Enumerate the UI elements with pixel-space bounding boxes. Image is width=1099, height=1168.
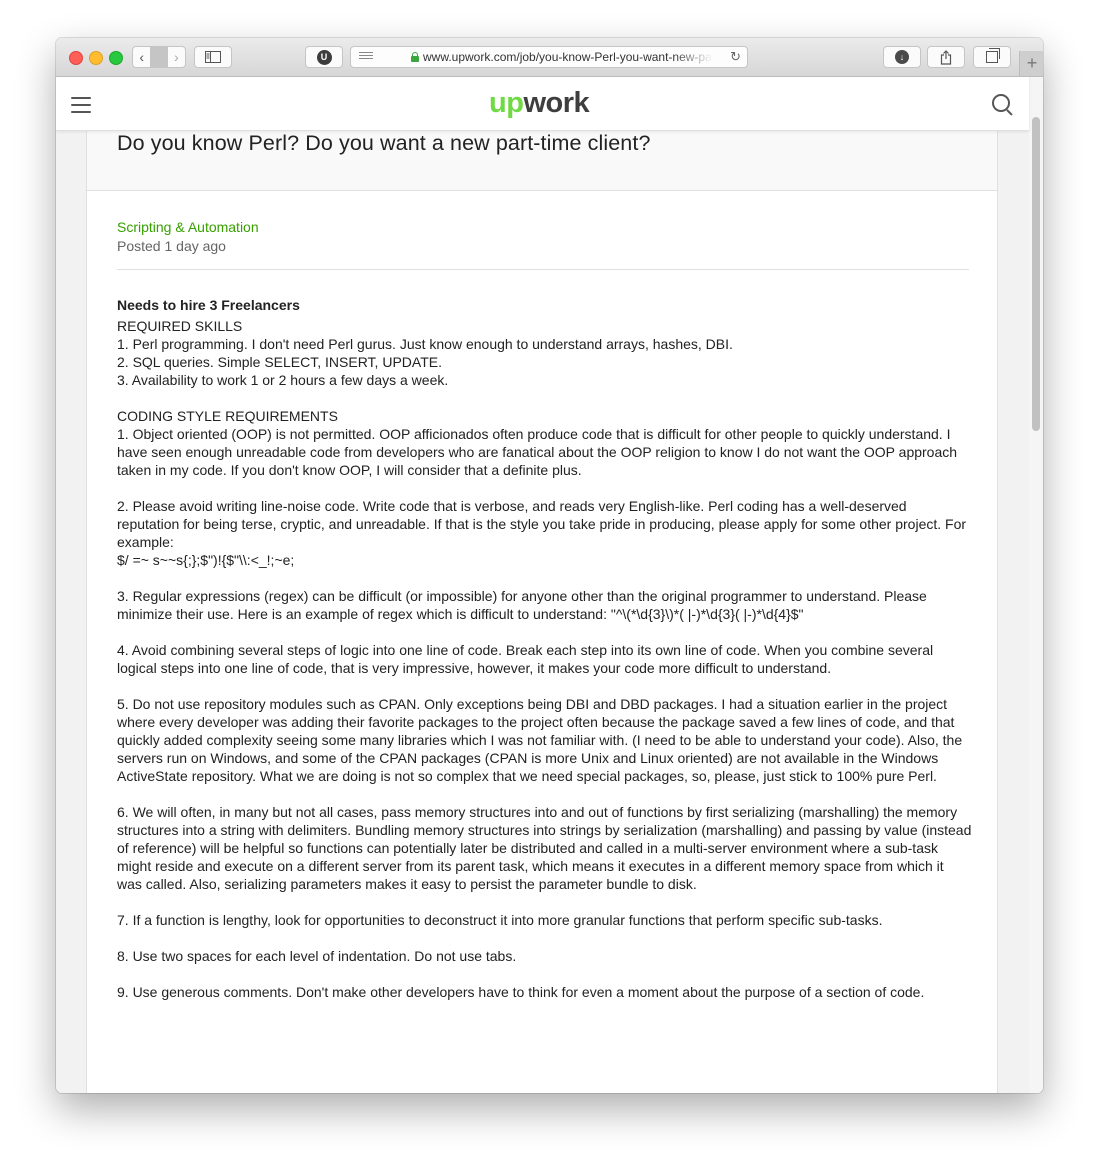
site-header: upwork [56,77,1029,131]
forward-button[interactable]: › [168,47,185,67]
sidebar-icon [205,51,221,63]
description-paragraph: 5. Do not use repository modules such as… [117,696,963,784]
description-paragraph: CODING STYLE REQUIREMENTS 1. Object orie… [117,408,958,478]
maximize-window-button[interactable] [109,51,123,65]
show-tabs-button[interactable] [973,46,1011,68]
tabs-icon [986,48,1000,63]
browser-toolbar: ‹ › U www.upwork.com/job/you-know-Perl-y… [56,38,1043,77]
section-divider [117,269,969,270]
downloads-button[interactable]: ↓ [883,46,921,68]
extension-badge-icon: U [316,49,332,65]
description-paragraph: 9. Use generous comments. Don't make oth… [117,984,925,1000]
back-forward-group: ‹ › [132,46,186,68]
search-icon[interactable] [992,94,1010,112]
description-paragraph: REQUIRED SKILLS 1. Perl programming. I d… [117,318,733,388]
freelancers-needed: Needs to hire 3 Freelancers [117,297,300,313]
description-paragraph: 3. Regular expressions (regex) can be di… [117,588,927,622]
page-viewport: upwork Do you know Perl? Do you want a n… [56,77,1043,1093]
menu-icon[interactable] [71,97,91,118]
browser-window: ‹ › U www.upwork.com/job/you-know-Perl-y… [56,38,1043,1093]
url-text[interactable]: www.upwork.com/job/you-know-Perl-you-wan… [423,50,713,64]
nav-divider [150,47,168,67]
extension-button[interactable]: U [305,46,343,68]
description-paragraph: 2. Please avoid writing line-noise code.… [117,498,967,568]
new-tab-button[interactable]: + [1019,51,1043,76]
job-details-card: Do you know Perl? Do you want a new part… [86,119,998,1093]
job-title: Do you know Perl? Do you want a new part… [117,131,651,155]
reload-icon[interactable]: ↻ [730,49,741,65]
close-window-button[interactable] [69,51,83,65]
scrollbar-thumb[interactable] [1032,117,1040,431]
job-description: REQUIRED SKILLS 1. Perl programming. I d… [117,317,972,1001]
lock-icon [411,52,419,62]
upwork-logo[interactable]: upwork [489,87,590,120]
description-paragraph: 4. Avoid combining several steps of logi… [117,642,934,676]
share-icon [940,49,952,65]
description-paragraph: 6. We will often, in many but not all ca… [117,804,972,892]
address-bar[interactable]: www.upwork.com/job/you-know-Perl-you-wan… [350,46,748,68]
share-button[interactable] [927,46,965,68]
minimize-window-button[interactable] [89,51,103,65]
reader-view-icon[interactable] [359,52,373,61]
back-button[interactable]: ‹ [133,47,150,67]
job-category-link[interactable]: Scripting & Automation [117,219,259,235]
download-icon: ↓ [895,50,909,64]
sidebar-toggle-button[interactable] [194,46,232,68]
description-paragraph: 7. If a function is lengthy, look for op… [117,912,883,928]
posted-time: Posted 1 day ago [117,238,226,254]
description-paragraph: 8. Use two spaces for each level of inde… [117,948,517,964]
